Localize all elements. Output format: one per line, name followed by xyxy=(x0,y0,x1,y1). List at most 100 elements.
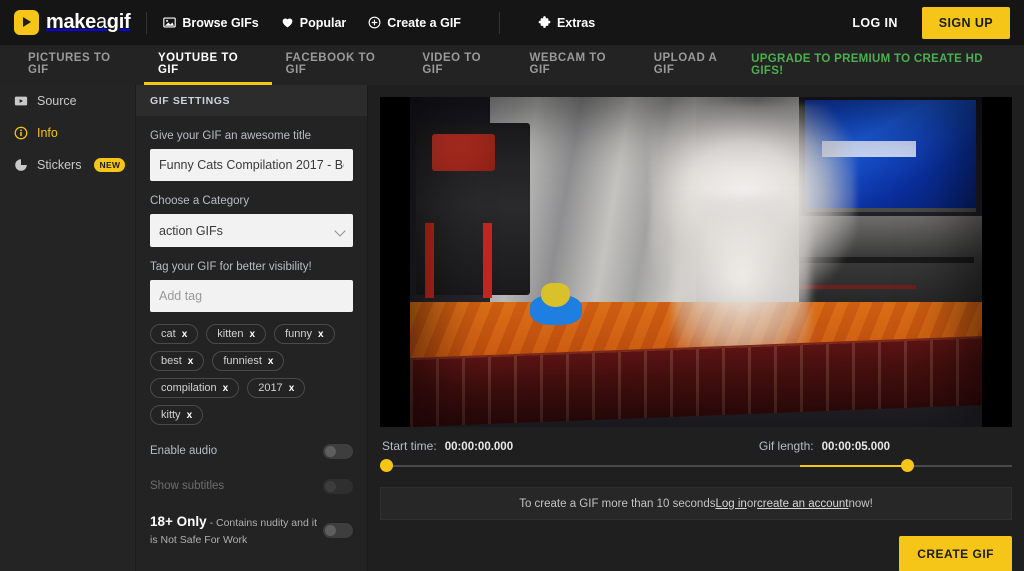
video-preview[interactable] xyxy=(380,97,1012,427)
heart-icon xyxy=(281,16,294,29)
preview-stage: Start time: 00:00:00.000 Gif length: 00:… xyxy=(368,85,1024,571)
create-gif-button[interactable]: CREATE GIF xyxy=(899,536,1012,571)
sidebar-item-stickers[interactable]: Stickers NEW xyxy=(0,149,135,181)
category-select[interactable] xyxy=(150,214,353,247)
tag-chip[interactable]: funniest x xyxy=(212,351,285,371)
gif-title-input[interactable] xyxy=(150,149,353,181)
nav-popular-label: Popular xyxy=(299,15,347,30)
play-logo-icon xyxy=(14,10,39,35)
category-field-label: Choose a Category xyxy=(150,195,250,207)
sidebar-item-source[interactable]: Source xyxy=(0,85,135,117)
start-time-value[interactable]: 00:00:00.000 xyxy=(445,441,513,453)
start-time-label: Start time: xyxy=(382,439,437,453)
show-subtitles-row: Show subtitles xyxy=(150,478,353,495)
plus-circle-icon xyxy=(368,16,381,29)
scene-vignette xyxy=(410,97,982,427)
nav-create-a-gif[interactable]: Create a GIF xyxy=(368,16,461,30)
tag-field-label: Tag your GIF for better visibility! xyxy=(150,261,312,273)
tag-remove-icon[interactable]: x xyxy=(268,356,274,367)
tab-upload-a-gif[interactable]: UPLOAD A GIF xyxy=(640,45,751,85)
upgrade-to-premium-link[interactable]: UPGRADE TO PREMIUM TO CREATE HD GIFS! xyxy=(751,45,1010,85)
gif-settings-body: Give your GIF an awesome title Choose a … xyxy=(136,116,367,563)
left-sidebar: Source Info Stickers NEW xyxy=(0,85,136,571)
notice-log-in-link[interactable]: Log in xyxy=(715,498,746,510)
tag-chip[interactable]: kitty x xyxy=(150,405,204,425)
timeline-readouts: Start time: 00:00:00.000 Gif length: 00:… xyxy=(380,439,1012,453)
timeline-slider[interactable] xyxy=(380,459,1012,473)
tag-remove-icon[interactable]: x xyxy=(188,356,194,367)
gif-length-value[interactable]: 00:00:05.000 xyxy=(822,441,890,453)
tab-pictures-to-gif[interactable]: PICTURES TO GIF xyxy=(14,45,144,85)
notice-post: now! xyxy=(848,497,873,510)
gif-length-label: Gif length: xyxy=(758,439,814,453)
notice-pre: To create a GIF more than 10 seconds xyxy=(519,497,716,510)
end-time-handle[interactable] xyxy=(901,459,915,472)
tag-chip[interactable]: cat x xyxy=(150,324,199,344)
sidebar-item-info[interactable]: Info xyxy=(0,117,135,149)
log-in-button[interactable]: LOG IN xyxy=(844,12,905,34)
length-limit-notice: To create a GIF more than 10 seconds Log… xyxy=(380,487,1012,520)
show-subtitles-toggle[interactable] xyxy=(323,478,353,494)
category-select-wrap xyxy=(150,214,353,247)
nav-extras[interactable]: Extras xyxy=(538,16,595,30)
tab-youtube-to-gif[interactable]: YOUTUBE TO GIF xyxy=(143,45,272,85)
start-time-group: Start time: 00:00:00.000 xyxy=(382,439,513,453)
gif-settings-panel: GIF SETTINGS Give your GIF an awesome ti… xyxy=(136,85,368,571)
enable-audio-label: Enable audio xyxy=(150,445,218,457)
tag-label: kitty xyxy=(161,409,181,421)
tag-chip[interactable]: 2017 x xyxy=(247,378,306,398)
nav-extras-label: Extras xyxy=(556,15,596,30)
tag-remove-icon[interactable]: x xyxy=(250,329,256,340)
tag-label: 2017 xyxy=(258,382,283,394)
tool-tab-bar: PICTURES TO GIF YOUTUBE TO GIF FACEBOOK … xyxy=(0,45,1024,85)
tag-remove-icon[interactable]: x xyxy=(223,383,229,394)
adult-content-label: 18+ Only - Contains nudity and it is Not… xyxy=(150,512,323,548)
tab-webcam-to-gif[interactable]: WEBCAM TO GIF xyxy=(516,45,640,85)
play-box-icon xyxy=(14,94,28,108)
header-divider-2 xyxy=(498,11,500,34)
timeline-selection-fill xyxy=(800,465,908,467)
enable-audio-row: Enable audio xyxy=(150,443,353,460)
sidebar-item-info-label: Info xyxy=(37,126,58,140)
tag-label: compilation xyxy=(161,382,217,394)
start-time-handle[interactable] xyxy=(380,459,393,472)
tag-remove-icon[interactable]: x xyxy=(318,329,324,340)
tag-remove-icon[interactable]: x xyxy=(182,329,188,340)
info-circle-icon xyxy=(14,126,28,140)
gif-length-group: Gif length: 00:00:05.000 xyxy=(759,439,1010,453)
tab-facebook-to-gif[interactable]: FACEBOOK TO GIF xyxy=(272,45,409,85)
stickers-new-badge: NEW xyxy=(94,158,126,172)
title-field-label: Give your GIF an awesome title xyxy=(150,130,312,142)
tag-chip[interactable]: kitten x xyxy=(206,324,267,344)
gif-settings-title: GIF SETTINGS xyxy=(136,85,367,116)
adult-content-toggle[interactable] xyxy=(323,523,353,539)
tag-chip[interactable]: compilation x xyxy=(150,378,240,398)
tag-label: cat xyxy=(161,328,176,340)
site-logo[interactable]: makeagif xyxy=(14,10,131,35)
tab-video-to-gif[interactable]: VIDEO TO GIF xyxy=(408,45,515,85)
sidebar-item-stickers-label: Stickers xyxy=(37,158,82,172)
nav-browse-gifs[interactable]: Browse GIFs xyxy=(163,16,259,30)
header-nav: Browse GIFs Popular Create a GIF Extras xyxy=(163,11,595,34)
enable-audio-toggle[interactable] xyxy=(323,443,353,459)
tag-list: cat x kitten x funny x best x funniest x comp… xyxy=(150,324,353,425)
add-tag-input[interactable] xyxy=(150,280,353,312)
top-header: makeagif Browse GIFs Popular Create a GI… xyxy=(0,0,1024,45)
tag-remove-icon[interactable]: x xyxy=(289,383,295,394)
sidebar-item-source-label: Source xyxy=(37,94,77,108)
tag-label: kitten xyxy=(217,328,244,340)
sticker-icon xyxy=(14,158,28,172)
notice-create-account-link[interactable]: create an account xyxy=(757,498,848,510)
tag-remove-icon[interactable]: x xyxy=(187,410,193,421)
video-frame xyxy=(410,97,982,427)
nav-popular[interactable]: Popular xyxy=(281,15,347,30)
sign-up-button[interactable]: SIGN UP xyxy=(921,6,1010,39)
header-account-actions: LOG IN SIGN UP xyxy=(844,6,1010,39)
tag-label: funniest xyxy=(223,355,262,367)
timeline-rail xyxy=(380,465,1012,467)
main-content: Source Info Stickers NEW GIF SETTINGS Gi… xyxy=(0,85,1024,571)
tag-chip[interactable]: funny x xyxy=(274,324,335,344)
tag-chip[interactable]: best x xyxy=(150,351,205,371)
